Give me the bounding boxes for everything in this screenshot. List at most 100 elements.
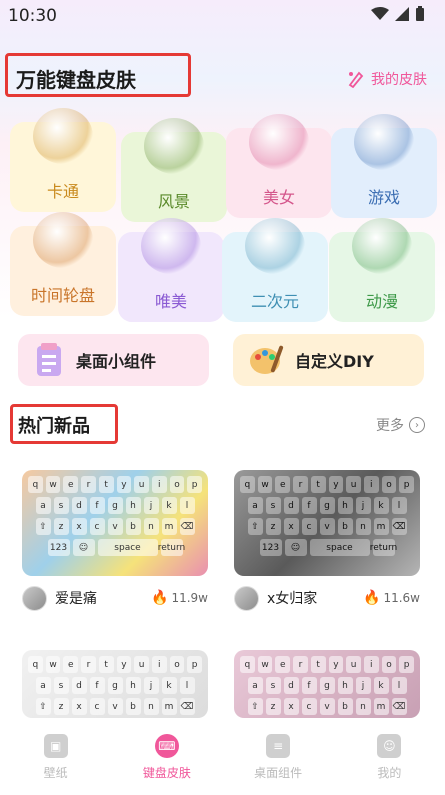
- keyboard-key: o: [381, 656, 397, 673]
- keyboard-key: ⇧: [247, 698, 263, 715]
- category-card[interactable]: 唯美: [118, 218, 224, 322]
- category-card[interactable]: 风景: [121, 118, 227, 222]
- keyboard-key: c: [301, 518, 317, 535]
- keyboard-key: k: [161, 497, 177, 514]
- wifi-icon: [371, 7, 389, 20]
- keyboard-key: l: [391, 497, 407, 514]
- nav-tab-keyboard-skin[interactable]: ⌨ 键盘皮肤: [111, 722, 222, 795]
- keyboard-key: k: [161, 677, 177, 694]
- keyboard-row: qwertyuiop: [239, 476, 415, 493]
- keyboard-key: z: [53, 518, 69, 535]
- keyboard-skin-preview[interactable]: qwertyuiopasdfghjkl⇧zxcvbnm⌫123☺spaceret…: [22, 650, 208, 718]
- keyboard-key: d: [283, 497, 299, 514]
- keyboard-skin-preview[interactable]: qwertyuiopasdfghjkl⇧zxcvbnm⌫123☺spaceret…: [234, 470, 420, 576]
- keyboard-key: t: [310, 656, 326, 673]
- keyboard-key: s: [265, 677, 281, 694]
- keyboard-key: a: [35, 677, 51, 694]
- girl-figure-icon: [249, 114, 309, 170]
- keyboard-key: n: [143, 518, 159, 535]
- keyboard-row: ⇧ z x c v b n m ⌫: [28, 518, 202, 535]
- keyboard-key: k: [373, 497, 389, 514]
- keyboard-key: ⇧: [35, 698, 51, 715]
- keyboard-key: x: [283, 518, 299, 535]
- battery-icon: [416, 6, 424, 21]
- keyboard-row: 123 ☺ space return: [240, 539, 414, 556]
- keyboard-key: j: [355, 677, 371, 694]
- keyboard-key: ☺: [284, 539, 307, 556]
- category-card[interactable]: 动漫: [329, 218, 435, 322]
- keyboard-key: i: [363, 656, 379, 673]
- keyboard-row: qwertyuiop: [239, 656, 415, 673]
- nav-tab-mine[interactable]: ☺ 我的: [334, 722, 445, 795]
- keyboard-key: l: [391, 677, 407, 694]
- brush-icon: [348, 71, 364, 88]
- keyboard-key: c: [89, 518, 105, 535]
- keyboard-key: x: [283, 698, 299, 715]
- keyboard-key: x: [71, 518, 87, 535]
- keyboard-key: return: [370, 539, 397, 556]
- keyboard-key: t: [98, 476, 114, 493]
- keyboard-skin-preview[interactable]: qwertyuiopasdfghjkl⇧zxcvbnm⌫123☺spaceret…: [22, 470, 208, 576]
- keyboard-key: t: [310, 476, 326, 493]
- desktop-widget-button[interactable]: 桌面小组件: [18, 334, 209, 386]
- status-bar: 10:30: [0, 0, 445, 32]
- keyboard-row: qwertyuiop: [27, 656, 203, 673]
- keyboard-key: w: [257, 476, 273, 493]
- keyboard-key: j: [143, 677, 159, 694]
- flame-icon: 🔥: [151, 590, 169, 606]
- keyboard-key: p: [399, 476, 415, 493]
- custom-diy-button[interactable]: 自定义DIY: [233, 334, 424, 386]
- keyboard-key: w: [45, 656, 61, 673]
- keyboard-key: s: [53, 677, 69, 694]
- keyboard-key: u: [134, 476, 149, 493]
- category-card[interactable]: 游戏: [331, 114, 437, 218]
- hot-count-value: 11.6w: [383, 591, 420, 605]
- keyboard-key: h: [337, 677, 353, 694]
- category-card[interactable]: 二次元: [222, 218, 328, 322]
- doll-figure-icon: [352, 218, 412, 274]
- image-icon: ▣: [43, 734, 68, 758]
- avatar[interactable]: [234, 585, 259, 611]
- hot-count-value: 11.9w: [171, 591, 208, 605]
- keyboard-row: ⇧ z x c v b n m ⌫: [240, 698, 414, 715]
- keyboard-key: l: [179, 677, 195, 694]
- category-card[interactable]: 时间轮盘: [10, 212, 116, 316]
- palette-icon: [250, 345, 284, 374]
- keyboard-key: ⇧: [247, 518, 263, 535]
- category-card[interactable]: 卡通: [10, 108, 116, 212]
- keyboard-key: f: [301, 497, 317, 514]
- skin-item-meta: x女归家 🔥 11.6w: [234, 584, 420, 612]
- keyboard-row: asdfghjkl: [28, 677, 202, 694]
- flower-icon: [144, 118, 204, 174]
- more-link[interactable]: 更多 ›: [376, 415, 425, 435]
- desktop-widget-label: 桌面小组件: [76, 352, 157, 371]
- keyboard-key: p: [187, 476, 203, 493]
- nav-label-desktop-widget: 桌面组件: [254, 766, 303, 780]
- keyboard-key: l: [179, 497, 195, 514]
- nav-label-mine: 我的: [377, 766, 402, 780]
- category-label: 二次元: [250, 292, 299, 311]
- keyboard-skin-preview[interactable]: qwertyuiopasdfghjkl⇧zxcvbnm⌫123☺spaceret…: [234, 650, 420, 718]
- keyboard-key: ☺: [72, 539, 95, 556]
- keyboard-key: y: [328, 656, 344, 673]
- avatar[interactable]: [22, 585, 47, 611]
- nav-tab-wallpaper[interactable]: ▣ 壁纸: [0, 722, 111, 795]
- keyboard-key: g: [319, 497, 335, 514]
- keyboard-key: o: [169, 656, 185, 673]
- keyboard-key: ⌫: [179, 518, 195, 535]
- keyboard-key: q: [239, 476, 255, 493]
- category-label: 唯美: [154, 292, 187, 311]
- keyboard-key: y: [116, 656, 132, 673]
- keyboard-key: e: [63, 476, 79, 493]
- keyboard-key: m: [161, 518, 177, 535]
- my-skin-link[interactable]: 我的皮肤: [347, 69, 427, 89]
- keyboard-key: 123: [259, 539, 282, 556]
- category-label: 美女: [262, 188, 295, 207]
- nav-tab-desktop-widget[interactable]: ≡ 桌面组件: [223, 722, 334, 795]
- nav-label-keyboard-skin: 键盘皮肤: [142, 766, 191, 780]
- keyboard-key: a: [247, 677, 263, 694]
- keyboard-key: f: [89, 677, 105, 694]
- category-card[interactable]: 美女: [226, 114, 332, 218]
- keyboard-row: 123 ☺ space return: [28, 539, 202, 556]
- keyboard-key: r: [293, 476, 308, 493]
